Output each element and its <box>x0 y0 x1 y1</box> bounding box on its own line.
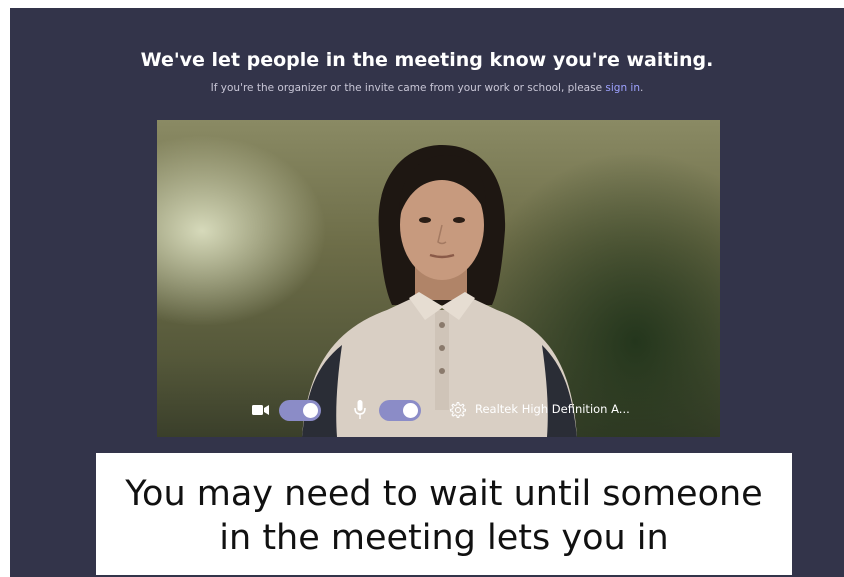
person-video-image <box>302 145 577 437</box>
video-preview: Realtek High Definition A... <box>157 120 720 437</box>
subtitle: If you're the organizer or the invite ca… <box>10 82 844 94</box>
caption-text: You may need to wait until someone in th… <box>96 472 792 560</box>
microphone-toggle-knob <box>403 403 418 418</box>
page-title: We've let people in the meeting know you… <box>140 49 714 71</box>
caption-line-1: You may need to wait until someone <box>125 474 763 514</box>
caption-line-2: in the meeting lets you in <box>219 518 669 558</box>
microphone-toggle[interactable] <box>379 400 421 421</box>
video-camera-icon[interactable] <box>252 403 270 417</box>
subtitle-suffix: . <box>640 82 644 94</box>
caption-box: You may need to wait until someone in th… <box>96 453 792 575</box>
camera-toggle-knob <box>303 403 318 418</box>
gear-icon[interactable] <box>449 401 467 419</box>
audio-device-selector[interactable]: Realtek High Definition A... <box>475 402 630 416</box>
subtitle-prefix: If you're the organizer or the invite ca… <box>210 82 606 94</box>
microphone-icon[interactable] <box>354 400 366 420</box>
meeting-lobby: We've let people in the meeting know you… <box>10 8 844 577</box>
sign-in-link[interactable]: sign in <box>605 82 640 94</box>
camera-toggle[interactable] <box>279 400 321 421</box>
video-controls: Realtek High Definition A... <box>157 395 720 425</box>
